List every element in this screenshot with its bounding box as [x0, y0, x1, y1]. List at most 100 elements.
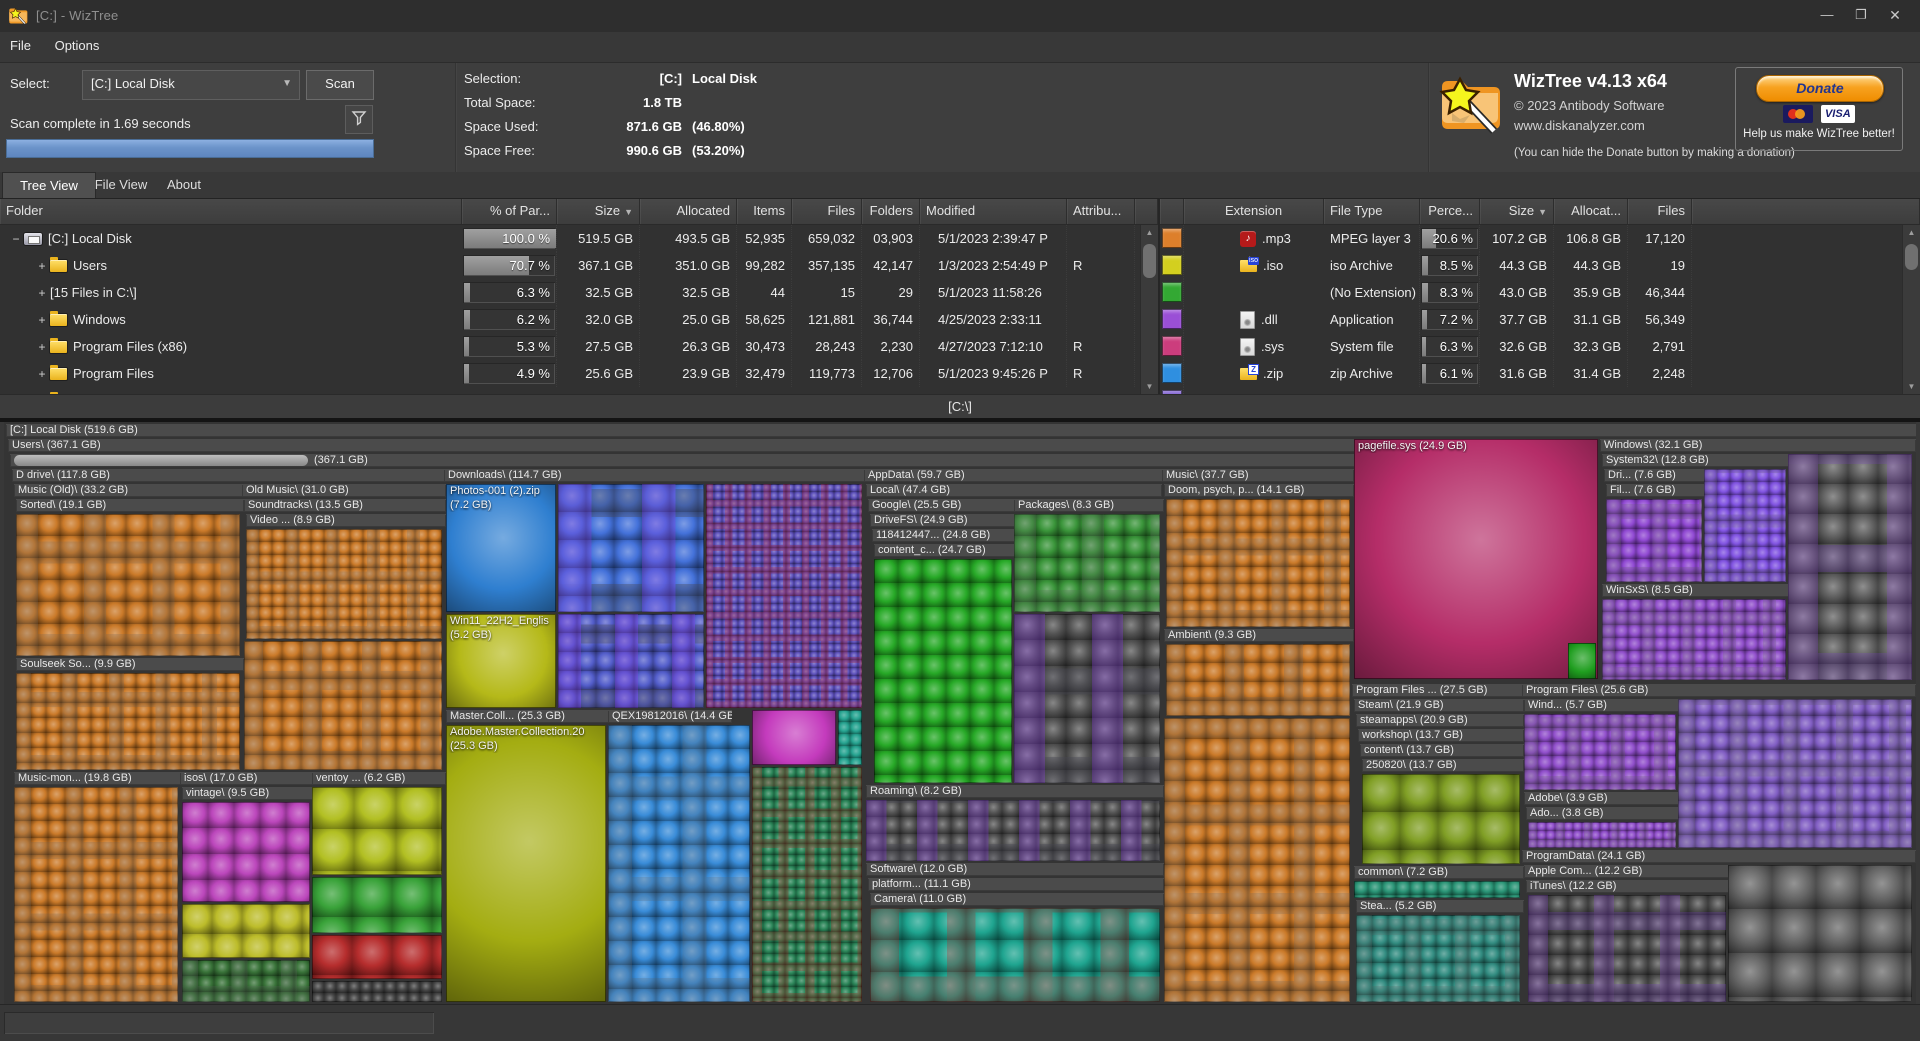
folder-row[interactable]: +[15 Files in C:\]6.3 %32.5 GB32.5 GB441… [0, 279, 1158, 306]
treemap-label[interactable]: 118412447... (24.8 GB) [872, 529, 1016, 542]
close-button[interactable]: ✕ [1878, 0, 1912, 30]
treemap-label[interactable]: QEX19812016\ (14.4 GB) [608, 710, 732, 723]
treemap-mosaic[interactable] [1606, 499, 1702, 582]
scroll-up-icon[interactable]: ▲ [1141, 225, 1158, 241]
treemap-block[interactable]: Adobe.Master.Collection.20(25.3 GB) [446, 725, 606, 1002]
treemap-label[interactable]: Packages\ (8.3 GB) [1014, 499, 1164, 512]
treemap-label[interactable]: vintage\ (9.5 GB) [182, 787, 314, 800]
treemap-label[interactable]: Fil... (7.6 GB) [1606, 484, 1706, 497]
folder-row[interactable]: +Program Files4.9 %25.6 GB23.9 GB32,4791… [0, 360, 1158, 387]
treemap-label[interactable]: Program Files ... (27.5 GB) [1352, 684, 1524, 697]
treemap-mosaic[interactable] [752, 767, 862, 1002]
folder-name-cell[interactable]: −[C:] Local Disk [0, 225, 462, 252]
treemap-block[interactable]: Win11_22H2_Englis(5.2 GB) [446, 614, 556, 708]
treemap-mosaic[interactable] [874, 559, 1012, 783]
treemap-mosaic[interactable] [1014, 514, 1160, 612]
treemap-mosaic[interactable] [1602, 599, 1786, 680]
treemap-mosaic[interactable] [1728, 865, 1912, 1002]
extension-row[interactable]: (No Extension)8.3 %43.0 GB35.9 GB46,344 [1160, 279, 1920, 306]
column-header[interactable]: File Type [1324, 199, 1420, 224]
treemap-label[interactable]: Music\ (37.7 GB) [1162, 469, 1354, 482]
scroll-thumb[interactable] [1143, 244, 1156, 278]
treemap-mosaic[interactable] [312, 787, 442, 875]
treemap-label[interactable]: Camera\ (11.0 GB) [870, 893, 1164, 906]
column-header[interactable]: Allocat... [1554, 199, 1628, 224]
scroll-thumb[interactable] [1905, 244, 1918, 270]
treemap-mosaic[interactable] [1788, 454, 1912, 680]
treemap-label[interactable]: Google\ (25.5 GB) [868, 499, 1016, 512]
treemap-label[interactable]: Software\ (12.0 GB) [866, 863, 1164, 876]
filter-button[interactable] [345, 105, 373, 134]
expander-icon[interactable]: − [8, 232, 24, 246]
treemap-mosaic[interactable] [1166, 644, 1350, 716]
folder-row[interactable]: +Users70.7 %367.1 GB351.0 GB99,282357,13… [0, 252, 1158, 279]
treemap-mosaic[interactable] [244, 641, 442, 770]
treemap-mosaic[interactable] [558, 484, 704, 612]
treemap-label[interactable]: Local\ (47.4 GB) [866, 484, 1162, 497]
folder-row[interactable]: +Program Files (x86)5.3 %27.5 GB26.3 GB3… [0, 333, 1158, 360]
treemap-label[interactable]: Downloads\ (114.7 GB) [444, 469, 866, 482]
maximize-button[interactable]: ❐ [1844, 0, 1878, 30]
treemap-label[interactable]: Master.Coll... (25.3 GB) [446, 710, 610, 723]
treemap-mosaic[interactable] [1528, 895, 1726, 1002]
column-header[interactable]: Folder [0, 199, 462, 224]
column-header[interactable]: Folders [862, 199, 920, 224]
folder-name-cell[interactable]: +[15 Files in C:\] [0, 279, 462, 306]
treemap-label[interactable]: [C:] Local Disk (519.6 GB) [6, 424, 1916, 437]
treemap-label[interactable]: isos\ (17.0 GB) [180, 772, 314, 785]
treemap-label[interactable]: D drive\ (117.8 GB) [12, 469, 446, 482]
treemap-label[interactable]: Steam\ (21.9 GB) [1354, 699, 1524, 712]
column-header[interactable]: % of Par... [462, 199, 557, 224]
minimize-button[interactable]: — [1810, 0, 1844, 30]
treemap-label[interactable]: Adobe\ (3.9 GB) [1524, 792, 1680, 805]
treemap-mosaic[interactable] [1354, 881, 1520, 898]
tab-about[interactable]: About [148, 172, 220, 197]
column-header[interactable]: Items [737, 199, 792, 224]
treemap-mosaic[interactable] [312, 877, 442, 933]
column-header[interactable]: Size▼ [1480, 199, 1554, 224]
treemap-label[interactable]: Wind... (5.7 GB) [1524, 699, 1680, 712]
treemap-label[interactable]: Roaming\ (8.2 GB) [866, 785, 1164, 798]
treemap-mosaic[interactable] [1528, 822, 1676, 848]
treemap-label[interactable]: Music-mon... (19.8 GB) [14, 772, 182, 785]
treemap-block[interactable]: Photos-001 (2).zip(7.2 GB) [446, 484, 556, 612]
treemap-label[interactable]: Doom, psych, p... (14.1 GB) [1164, 484, 1354, 497]
treemap-mosaic[interactable] [182, 802, 310, 902]
treemap-label[interactable]: AppData\ (59.7 GB) [864, 469, 1164, 482]
treemap-mosaic[interactable] [866, 800, 1160, 861]
treemap-label[interactable]: WinSxS\ (8.5 GB) [1602, 584, 1790, 597]
column-header[interactable]: Size▼ [557, 199, 640, 224]
extension-row[interactable]: .isoiso Archive8.5 %44.3 GB44.3 GB19 [1160, 252, 1920, 279]
drive-select-dropdown[interactable]: [C:] Local Disk ▼ [82, 70, 300, 100]
treemap-label[interactable]: ventoy ... (6.2 GB) [312, 772, 446, 785]
treemap-label[interactable]: 250820\ (13.7 GB) [1362, 759, 1524, 772]
treemap-mosaic[interactable] [1014, 614, 1160, 783]
column-header[interactable]: Perce... [1420, 199, 1480, 224]
column-header[interactable]: Files [1628, 199, 1692, 224]
column-header[interactable]: Files [792, 199, 862, 224]
treemap-label[interactable]: Stea... (5.2 GB) [1356, 900, 1524, 913]
column-header[interactable]: Modified [920, 199, 1067, 224]
treemap-label[interactable]: Program Files\ (25.6 GB) [1522, 684, 1916, 697]
column-header[interactable]: Extension [1184, 199, 1324, 224]
folder-name-cell[interactable]: +Program Files (x86) [0, 333, 462, 360]
treemap-label[interactable]: iTunes\ (12.2 GB) [1526, 880, 1730, 893]
menu-options[interactable]: Options [45, 32, 110, 59]
extension-row[interactable]: .sysSystem file6.3 %32.6 GB32.3 GB2,791 [1160, 333, 1920, 360]
treemap-mosaic[interactable] [1524, 714, 1676, 790]
extension-row[interactable]: .dllApplication7.2 %37.7 GB31.1 GB56,349 [1160, 306, 1920, 333]
treemap-mosaic[interactable] [1356, 915, 1520, 1002]
treemap-label[interactable]: Ambient\ (9.3 GB) [1164, 629, 1354, 642]
expander-icon[interactable]: + [34, 340, 50, 354]
treemap-mosaic[interactable] [312, 935, 442, 979]
treemap-label[interactable]: (367.1 GB) [10, 454, 1356, 467]
extension-table-scrollbar[interactable]: ▲ ▼ [1902, 225, 1920, 395]
treemap-label[interactable]: Users\ (367.1 GB) [8, 439, 1358, 452]
expander-icon[interactable]: + [34, 259, 50, 273]
treemap-block[interactable]: pagefile.sys (24.9 GB) [1354, 439, 1598, 679]
treemap-mosaic[interactable] [312, 981, 442, 1002]
treemap-block[interactable] [1568, 643, 1596, 679]
treemap-mosaic[interactable] [182, 960, 310, 1002]
treemap-mosaic[interactable] [1164, 718, 1350, 1002]
scroll-down-icon[interactable]: ▼ [1141, 379, 1158, 395]
